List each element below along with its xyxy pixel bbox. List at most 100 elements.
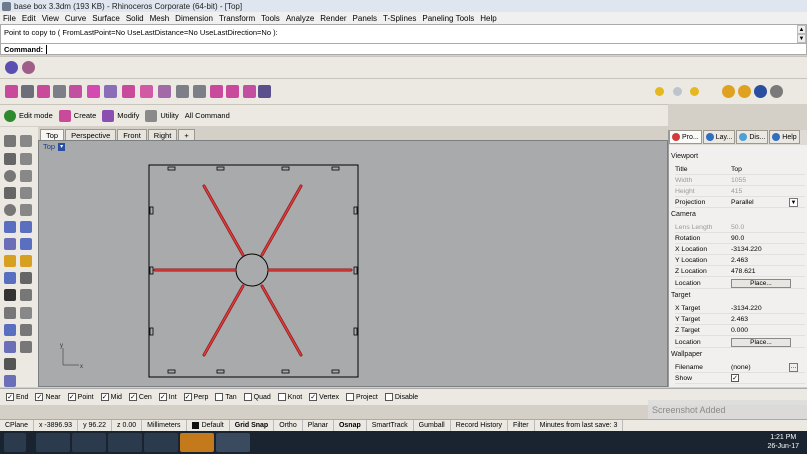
mesh-icon[interactable] — [4, 255, 16, 267]
ortho-toggle[interactable]: Ortho — [274, 419, 303, 432]
trim-tool-icon[interactable] — [158, 85, 171, 98]
osnap-checkbox[interactable]: ✓ — [35, 393, 44, 401]
tab-right[interactable]: Right — [147, 129, 178, 140]
menu-file[interactable]: File — [3, 14, 16, 23]
polyline-icon[interactable] — [4, 153, 16, 165]
fillet-tool-icon[interactable] — [140, 85, 153, 98]
solid-icon[interactable] — [20, 221, 32, 233]
menu-tools[interactable]: Tools — [261, 14, 280, 23]
text-icon[interactable] — [4, 324, 16, 336]
smarttrack-toggle[interactable]: SmartTrack — [367, 419, 414, 432]
menu-surface[interactable]: Surface — [92, 14, 120, 23]
osnap-knot[interactable]: Knot — [277, 393, 302, 401]
analyze-icon[interactable] — [4, 358, 16, 370]
osnap-mid[interactable]: ✓ Mid — [100, 393, 122, 401]
camera-place-button[interactable]: Place... — [731, 278, 791, 288]
y-location-value[interactable]: 2.463 — [731, 257, 789, 264]
menu-curve[interactable]: Curve — [65, 14, 86, 23]
point-icon[interactable] — [20, 135, 32, 147]
blend-tool-icon[interactable] — [104, 85, 117, 98]
osnap-tan[interactable]: Tan — [215, 393, 237, 401]
osnap-near[interactable]: ✓ Near — [35, 393, 61, 401]
light-tool-icon[interactable] — [20, 255, 32, 267]
projection-dropdown-icon[interactable]: ▼ — [789, 197, 798, 207]
osnap-cen[interactable]: ✓ Cen — [128, 393, 152, 401]
y-target-value[interactable]: 2.463 — [731, 316, 789, 323]
tab-perspective[interactable]: Perspective — [65, 129, 117, 140]
paint-tool-icon[interactable] — [258, 85, 271, 98]
material-icon[interactable] — [754, 85, 767, 98]
edit-mode-button[interactable]: Edit mode — [4, 109, 53, 122]
osnap-checkbox[interactable]: ✓ — [309, 393, 318, 401]
extrude-tool-icon[interactable] — [37, 85, 50, 98]
record-history-toggle[interactable]: Record History — [451, 419, 509, 432]
show-checkbox[interactable]: ✓ — [731, 374, 739, 382]
sweep-tool-icon[interactable] — [69, 85, 82, 98]
top-viewport[interactable]: Top ▾ x y — [38, 140, 668, 387]
menu-panels[interactable]: Panels — [353, 14, 377, 23]
sun-icon[interactable] — [655, 87, 664, 96]
rail-tool-icon[interactable] — [21, 85, 34, 98]
layer-indicator[interactable]: Default — [187, 419, 230, 432]
osnap-checkbox[interactable] — [384, 393, 393, 401]
tab-help[interactable]: Help — [769, 130, 800, 144]
offset-icon[interactable] — [20, 204, 32, 216]
arc-icon[interactable] — [20, 170, 32, 182]
scale-icon[interactable] — [20, 307, 32, 319]
array-tool-icon[interactable] — [226, 85, 239, 98]
planar-toggle[interactable]: Planar — [303, 419, 334, 432]
folder-icon[interactable] — [144, 433, 178, 452]
curve-icon[interactable] — [20, 153, 32, 165]
osnap-checkbox[interactable]: ✓ — [67, 393, 76, 401]
network-tool-icon[interactable] — [122, 85, 135, 98]
ellipse-icon[interactable] — [4, 204, 16, 216]
projection-select[interactable]: Parallel — [731, 199, 789, 206]
group-icon[interactable] — [20, 341, 32, 353]
loft-tool-icon[interactable] — [53, 85, 66, 98]
z-target-value[interactable]: 0.000 — [731, 327, 789, 334]
select-arrow-icon[interactable] — [4, 135, 16, 147]
menu-render[interactable]: Render — [320, 14, 346, 23]
points-tool-icon[interactable] — [176, 85, 189, 98]
panel-tool-icon[interactable] — [210, 85, 223, 98]
osnap-disable[interactable]: Disable — [384, 393, 418, 401]
gumball-toggle[interactable]: Gumball — [414, 419, 451, 432]
tab-display[interactable]: Dis... — [736, 130, 769, 144]
command-line[interactable]: Command: — [0, 43, 807, 55]
rectangle-icon[interactable] — [4, 187, 16, 199]
add-tab-icon[interactable]: + — [178, 129, 195, 140]
rotate-icon[interactable] — [4, 307, 16, 319]
circle-icon[interactable] — [4, 170, 16, 182]
osnap-quad[interactable]: Quad — [243, 393, 271, 401]
title-value[interactable]: Top — [731, 166, 789, 173]
media-icon[interactable] — [108, 433, 142, 452]
modify-button[interactable]: Modify — [102, 109, 139, 122]
tab-front[interactable]: Front — [117, 129, 147, 140]
utility-button[interactable]: Utility — [145, 109, 179, 122]
vray-icon[interactable] — [722, 85, 735, 98]
all-command-button[interactable]: All Command — [185, 111, 230, 120]
osnap-point[interactable]: ✓ Point — [67, 393, 94, 401]
osnap-checkbox[interactable] — [346, 393, 355, 401]
tab-top[interactable]: Top — [40, 129, 65, 140]
menu-tsplines[interactable]: T-Splines — [383, 14, 416, 23]
chrome-icon[interactable] — [72, 433, 106, 452]
osnap-checkbox[interactable]: ✓ — [6, 393, 14, 401]
grid-snap-toggle[interactable]: Grid Snap — [230, 419, 275, 432]
pattern-icon[interactable] — [22, 61, 35, 74]
filter-toggle[interactable]: Filter — [508, 419, 535, 432]
menu-paneling-tools[interactable]: Paneling Tools — [422, 14, 474, 23]
ie-icon[interactable] — [36, 433, 70, 452]
x-location-value[interactable]: -3134.220 — [731, 246, 789, 253]
surface-tool-icon[interactable] — [5, 85, 18, 98]
array-icon[interactable] — [4, 341, 16, 353]
patch-tool-icon[interactable] — [87, 85, 100, 98]
clock[interactable]: 1:21 PM 26-Jun-17 — [767, 433, 799, 451]
fillet-icon[interactable] — [20, 289, 32, 301]
polygon-icon[interactable] — [20, 187, 32, 199]
osnap-checkbox[interactable] — [277, 393, 286, 401]
osnap-checkbox[interactable] — [215, 393, 224, 401]
sphere-render-icon[interactable] — [673, 87, 682, 96]
osnap-checkbox[interactable]: ✓ — [158, 393, 167, 401]
dimension-icon[interactable] — [20, 324, 32, 336]
